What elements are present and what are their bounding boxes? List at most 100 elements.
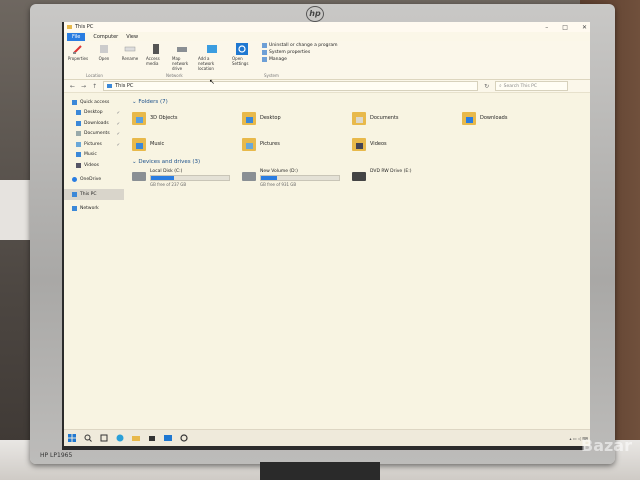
- task-view-icon[interactable]: [100, 434, 108, 442]
- minimize-icon[interactable]: –: [545, 24, 548, 31]
- nav-item-quick-access[interactable]: Quick access: [64, 97, 124, 108]
- navigation-pane: Quick access Desktop ✔ Downloads ✔ Documen…: [64, 93, 124, 442]
- tab-computer[interactable]: Computer: [93, 34, 118, 40]
- rename-button[interactable]: Rename: [120, 43, 140, 77]
- drives-section-header[interactable]: ⌄ Devices and drives (3): [132, 159, 590, 165]
- drive-usage-bar: [150, 175, 230, 181]
- maximize-icon[interactable]: □: [562, 24, 568, 31]
- drive-e[interactable]: DVD RW Drive (E:): [352, 169, 462, 189]
- uninstall-icon: [262, 43, 267, 48]
- system-properties-label: System properties: [269, 50, 311, 55]
- nav-label: Pictures: [84, 141, 102, 147]
- properties-label: Properties: [67, 56, 89, 61]
- nav-item-pictures[interactable]: Pictures ✔: [64, 139, 124, 150]
- screen: This PC – □ ✕ File Computer View Propert…: [64, 22, 590, 446]
- back-arrow-icon[interactable]: ←: [70, 83, 75, 90]
- up-arrow-icon[interactable]: ↑: [92, 83, 97, 90]
- media-server-icon: [153, 44, 159, 54]
- ribbon-tabs: File Computer View: [64, 32, 590, 41]
- hard-drive-icon: [242, 172, 256, 181]
- open-button[interactable]: Open: [94, 43, 114, 77]
- folder-desktop[interactable]: Desktop: [242, 109, 352, 127]
- nav-item-this-pc[interactable]: This PC: [64, 189, 124, 200]
- monitor-model-label: HP LP1965: [40, 452, 73, 459]
- nav-item-downloads[interactable]: Downloads ✔: [64, 118, 124, 129]
- address-bar: ← → ↑ This PC ↻ ⌕ Search This PC: [64, 80, 590, 93]
- refresh-icon[interactable]: ↻: [484, 83, 489, 90]
- nav-item-desktop[interactable]: Desktop ✔: [64, 108, 124, 119]
- search-input[interactable]: ⌕ Search This PC: [495, 81, 569, 91]
- drive-name: Local Disk (C:): [150, 169, 183, 174]
- folder-label: 3D Objects: [150, 115, 178, 121]
- background-shelf: [0, 180, 30, 240]
- folder-downloads[interactable]: Downloads: [462, 109, 572, 127]
- folder-desktop-icon: [242, 111, 256, 125]
- desktop-icon: [76, 110, 81, 116]
- rename-icon: [124, 46, 136, 52]
- search-placeholder: Search This PC: [503, 83, 538, 89]
- edge-browser-icon[interactable]: [116, 434, 124, 442]
- map-network-drive-button[interactable]: Map network drive: [172, 43, 192, 77]
- drive-name: DVD RW Drive (E:): [370, 169, 412, 174]
- ribbon-group-system: System: [264, 73, 279, 78]
- nav-item-music[interactable]: Music: [64, 150, 124, 161]
- open-settings-button[interactable]: Open Settings: [232, 43, 252, 77]
- nav-item-onedrive[interactable]: OneDrive: [64, 175, 124, 186]
- system-properties-link[interactable]: System properties: [262, 50, 337, 55]
- properties-icon: [73, 45, 82, 54]
- nav-label: OneDrive: [80, 177, 102, 183]
- pictures-icon: [76, 141, 81, 147]
- manage-link[interactable]: Manage: [262, 57, 337, 62]
- download-icon: [76, 120, 81, 126]
- drive-d[interactable]: New Volume (D:) GB free of 931 GB: [242, 169, 352, 189]
- windows-start-icon[interactable]: [68, 434, 76, 442]
- add-network-location-button[interactable]: Add a network location: [198, 43, 226, 77]
- folders-section-header[interactable]: ⌄ Folders (7): [132, 99, 590, 105]
- folders-grid: 3D Objects Desktop Documents Downloads M…: [132, 109, 590, 153]
- drive-usage-fill: [151, 176, 175, 180]
- folder-music[interactable]: Music: [132, 135, 242, 153]
- store-icon[interactable]: [148, 434, 156, 442]
- ribbon: Properties Open Rename Access media Map …: [64, 41, 590, 80]
- nav-item-videos[interactable]: Videos: [64, 160, 124, 171]
- drives-grid: Local Disk (C:) GB free of 237 GB New Vo…: [132, 169, 590, 189]
- forward-arrow-icon[interactable]: →: [81, 83, 86, 90]
- mouse-cursor-icon: ↖: [209, 78, 215, 86]
- access-media-button[interactable]: Access media: [146, 43, 166, 77]
- folder-pictures[interactable]: Pictures: [242, 135, 352, 153]
- system-commands: Uninstall or change a program System pro…: [262, 43, 337, 77]
- network-icon: [72, 206, 77, 212]
- nav-item-documents[interactable]: Documents ✔: [64, 129, 124, 140]
- manage-label: Manage: [269, 57, 287, 62]
- folder-icon: [67, 25, 72, 29]
- search-icon[interactable]: [84, 434, 92, 442]
- drive-free-space: GB free of 931 GB: [260, 182, 297, 187]
- properties-button[interactable]: Properties: [68, 43, 88, 77]
- dvd-drive-icon: [352, 172, 366, 181]
- tab-file[interactable]: File: [67, 32, 86, 41]
- close-icon[interactable]: ✕: [582, 24, 587, 31]
- drive-usage-bar: [260, 175, 340, 181]
- folder-label: Downloads: [480, 115, 508, 121]
- uninstall-program-link[interactable]: Uninstall or change a program: [262, 43, 337, 48]
- folder-label: Documents: [370, 115, 399, 121]
- folder-documents[interactable]: Documents: [352, 109, 462, 127]
- open-icon: [100, 45, 108, 53]
- address-field[interactable]: This PC: [103, 81, 479, 91]
- address-text: This PC: [115, 83, 134, 89]
- settings-gear-icon[interactable]: [180, 434, 188, 442]
- mail-icon[interactable]: [164, 434, 172, 442]
- hp-logo-icon: hp: [306, 6, 324, 22]
- pin-icon: ✔: [116, 110, 120, 116]
- drive-c[interactable]: Local Disk (C:) GB free of 237 GB: [132, 169, 242, 189]
- drive-free-space: GB free of 237 GB: [150, 182, 187, 187]
- file-explorer-icon[interactable]: [132, 434, 140, 442]
- tab-view[interactable]: View: [126, 34, 138, 40]
- nav-label: Documents: [84, 131, 110, 137]
- nav-item-network[interactable]: Network: [64, 204, 124, 215]
- taskbar: ▴ ▭ ◁ ⌨: [64, 429, 590, 446]
- folder-label: Videos: [370, 141, 387, 147]
- folder-videos[interactable]: Videos: [352, 135, 462, 153]
- rename-label: Rename: [121, 56, 139, 61]
- folder-3d-objects[interactable]: 3D Objects: [132, 109, 242, 127]
